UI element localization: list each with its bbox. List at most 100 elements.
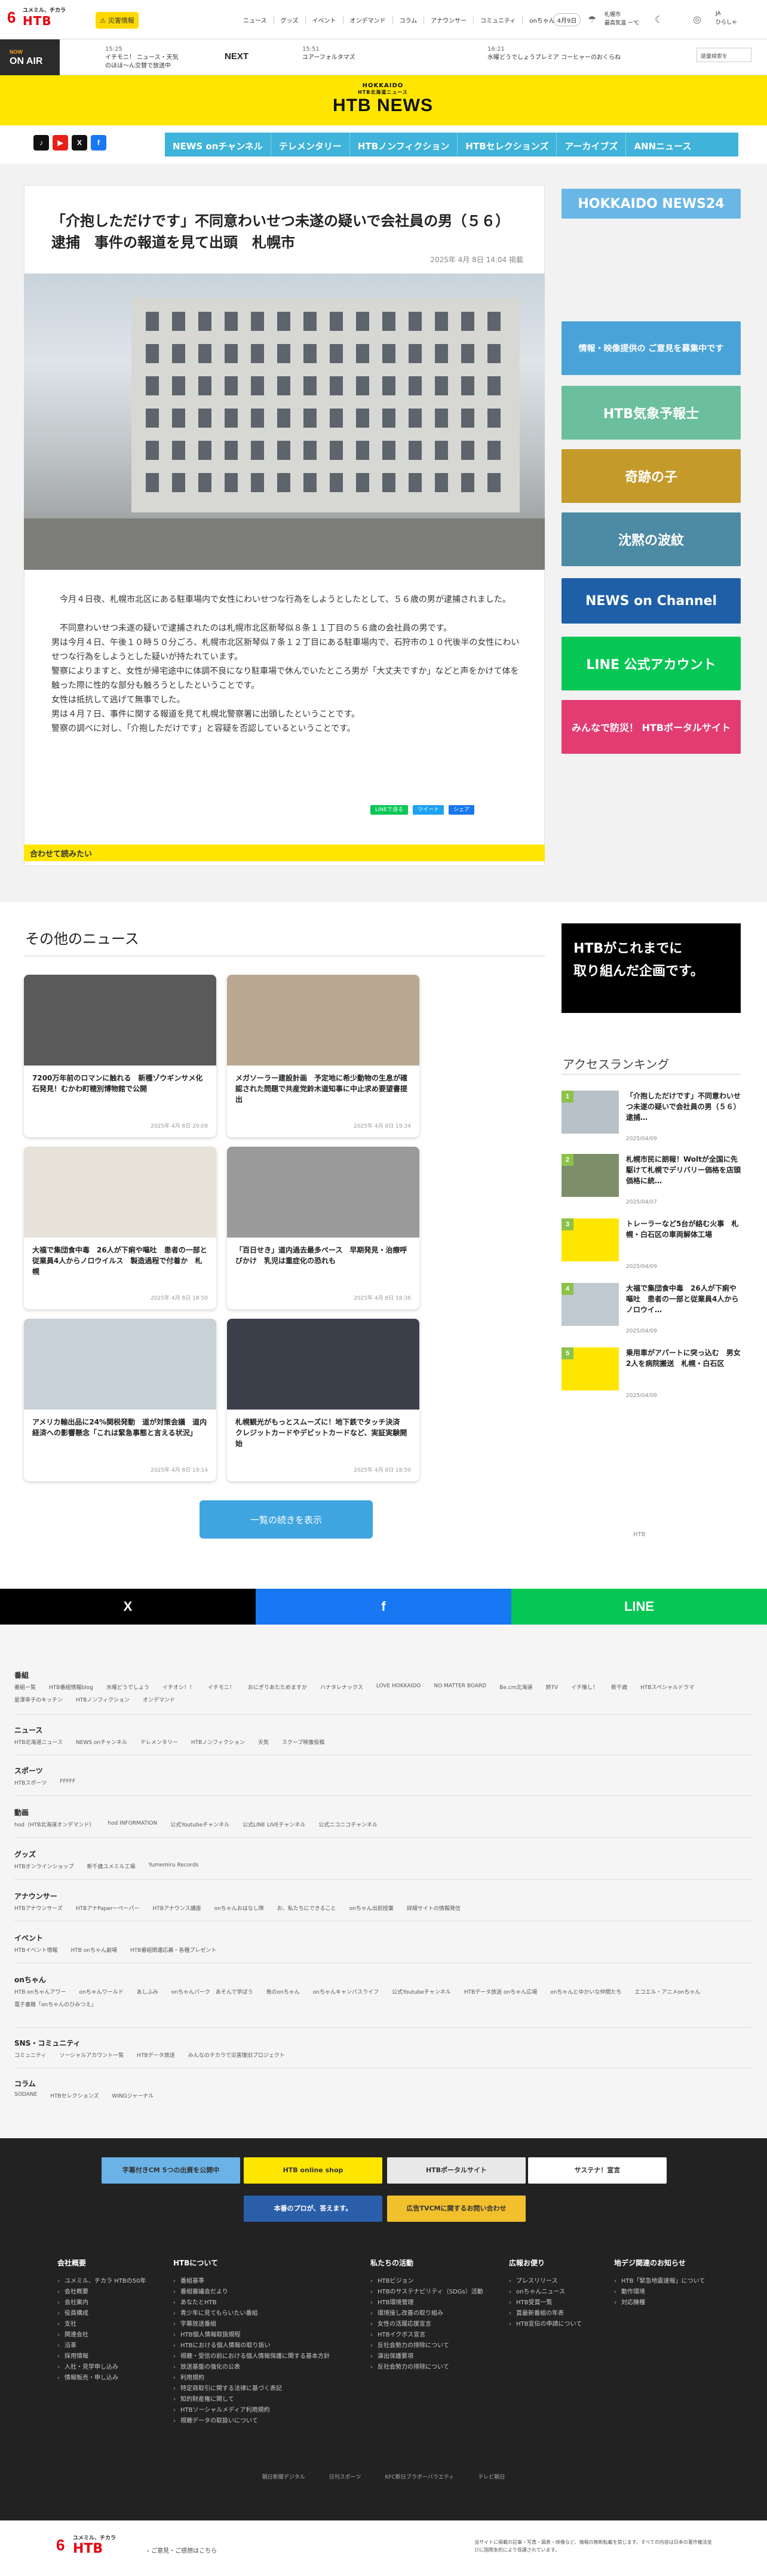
htb-project-ad[interactable]: HTBがこれまでに 取り組んだ企画です。 (562, 923, 741, 1013)
sitemap-link[interactable]: WINGジャーナル (112, 2092, 154, 2099)
line-share-icon[interactable]: LINE (511, 1589, 767, 1625)
footer-link[interactable]: 視聴データの取扱いについて (173, 2416, 352, 2427)
show-more-button[interactable]: 一覧の続きを表示 (200, 1500, 373, 1539)
tiktok-icon[interactable]: ♪ (33, 135, 49, 151)
sitemap-heading[interactable]: 番組 (14, 1670, 29, 1680)
footer-link[interactable]: KFC新日ブラボーバラエティ (385, 2473, 454, 2480)
sitemap-link[interactable]: HTBデータ放送 onちゃん広場 (464, 1988, 538, 1995)
gnav-item[interactable]: ニュース (237, 16, 274, 24)
sitemap-link[interactable]: 番組一覧 (14, 1683, 36, 1691)
footer-banner[interactable]: サステナ！宣言 (528, 2157, 667, 2184)
documentary-banner-1[interactable]: 奇跡の子 (562, 449, 741, 503)
moon-icon[interactable]: ☾ (652, 13, 665, 26)
sitemap-link[interactable]: NEWS onチャンネル (76, 1738, 127, 1746)
footer-link[interactable]: 日刊スポーツ (329, 2473, 361, 2480)
contact-link[interactable]: › ご意見・ご感想はこちら (147, 2546, 217, 2554)
footer-link[interactable]: 役員構成 (57, 2308, 146, 2319)
sitemap-link[interactable]: onちゃんワールド (79, 1988, 124, 1995)
footer-link[interactable]: 青少年に見てもらいたい番組 (173, 2308, 352, 2319)
sitemap-link[interactable]: HTBデータ放送 (137, 2051, 174, 2059)
sitemap-link[interactable]: スクープ映像投稿 (282, 1738, 324, 1746)
news-on-channel-banner[interactable]: NEWS on Channel (562, 578, 741, 624)
footer-link[interactable]: 情報販売・申し込み (57, 2373, 146, 2384)
footer-link[interactable]: HTBにおける個人情報の取り扱い (173, 2341, 352, 2351)
footer-link[interactable]: HTBソーシャルメディア利用規約 (173, 2405, 352, 2416)
sitemap-link[interactable]: おにぎりあたためますか (248, 1683, 307, 1691)
sitemap-link[interactable]: コミュニティ (14, 2051, 46, 2059)
htb-news-logo[interactable]: HOKKAIDO HTB北海道ニュース HTB NEWS (320, 82, 446, 121)
footer-link[interactable]: 会社案内 (57, 2298, 146, 2308)
sitemap-link[interactable]: NO MATTER BOARD (434, 1683, 486, 1691)
news-card[interactable]: アメリカ輸出品に24%関税発動 道が対策会議 道内経済への影響懸念「これは緊急事… (24, 1319, 216, 1481)
ranking-item[interactable]: 2 札幌市民に朗報！Woltが全国に先駆けて札幌でデリバリー価格を店頭価格に統… 2… (562, 1154, 741, 1210)
sitemap-link[interactable]: イチ推し！ (571, 1683, 598, 1691)
gnav-item[interactable]: コラム (392, 16, 424, 24)
news-card[interactable]: 「百日せき」道内過去最多ペース 早期発見・治療呼びかけ 乳児は重症化の恐れも 20… (227, 1147, 419, 1309)
footer-banner[interactable]: 広告TVCMに関するお問い合わせ (387, 2196, 526, 2222)
youtube-icon[interactable]: ▶ (53, 135, 68, 151)
sitemap-link[interactable]: 公式ニコニコチャンネル (318, 1820, 378, 1828)
sitemap-link[interactable]: HTBアナウンサーズ (14, 1904, 63, 1912)
sitemap-link[interactable]: ソーシャルアカウント一覧 (59, 2051, 124, 2059)
sitemap-link[interactable]: オンデマンド (143, 1696, 175, 1703)
info-submit-banner[interactable]: 情報・映像提供の ご意見を募集中です (562, 321, 741, 375)
footer-link[interactable]: 特定商取引に関する法律に基づく表記 (173, 2384, 352, 2394)
sitemap-link[interactable]: みんなのチカラで災害復旧プロジェクト (188, 2051, 285, 2059)
footer-link[interactable]: 動作環境 (614, 2287, 734, 2298)
next-program[interactable]: 15:51 ユアーフォルタマズ (302, 45, 355, 62)
x-share-button[interactable]: ツイート (413, 805, 444, 815)
weather-forecaster-banner[interactable]: HTB気象予報士 (562, 386, 741, 440)
sitemap-link[interactable]: Be.cm北海道 (499, 1683, 532, 1691)
news-card[interactable]: 大福で集団食中毒 26人が下痢や嘔吐 患者の一部と従業員4人からノロウイルス 製… (24, 1147, 216, 1309)
footer-link[interactable]: 入社・見学申し込み (57, 2362, 146, 2373)
sitemap-link[interactable]: 公式Youtubeチャンネル (170, 1820, 229, 1828)
footer-link[interactable]: 反社会勢力の排除について (370, 2362, 490, 2373)
sitemap-link[interactable]: HTBオンラインショップ (14, 1862, 73, 1870)
now-program[interactable]: 15:25 イチモニ！ ニュース・天気 のほほ〜ん交替で放送中 (105, 45, 179, 70)
ranking-item[interactable]: 5 乗用車がアパートに突っ込む 男女2人を病院搬送 札幌・白石区 2025/04/0… (562, 1347, 741, 1404)
sitemap-link[interactable]: ハナタレナックス (320, 1683, 363, 1691)
sitemap-heading[interactable]: onちゃん (14, 1975, 46, 1985)
sitemap-link[interactable]: 天気 (258, 1738, 269, 1746)
channel-number[interactable]: 6 (56, 2536, 65, 2554)
gnav-item[interactable]: イベント (305, 16, 343, 24)
category-tab[interactable]: アーカイブズ (556, 133, 625, 156)
footer-link[interactable]: HTB個人情報取扱規程 (173, 2330, 352, 2341)
ranking-item[interactable]: 4 大福で集団食中毒 26人が下痢や嘔吐 患者の一部と従業員4人からノロウイ… 20… (562, 1283, 741, 1339)
footer-link[interactable]: ユメミル、チカラ HTBの50年 (57, 2276, 146, 2287)
sitemap-heading[interactable]: 動画 (14, 1807, 29, 1817)
sitemap-link[interactable]: HTBイベント情報 (14, 1946, 57, 1954)
footer-link[interactable]: 採用情報 (57, 2351, 146, 2362)
footer-link[interactable]: 女性の活躍応援宣言 (370, 2319, 490, 2330)
sitemap-link[interactable]: 新千歳 (611, 1683, 627, 1691)
footer-link[interactable]: 番組審議会だより (173, 2287, 352, 2298)
footer-link[interactable]: 朝日新聞デジタル (262, 2473, 305, 2480)
accessibility-icon[interactable]: ◎ (691, 13, 704, 26)
sitemap-link[interactable]: HTB onちゃんアワー (14, 1988, 66, 1995)
channel-number[interactable]: 6 (7, 8, 16, 27)
sitemap-heading[interactable]: コラム (14, 2078, 36, 2089)
htb-logo[interactable]: ユメミル、チカラ HTB (73, 2535, 116, 2556)
category-tab[interactable]: ANNニュース (625, 133, 699, 156)
gnav-item[interactable]: アナウンサー (424, 16, 473, 24)
footer-link[interactable]: onちゃんニュース (509, 2287, 599, 2298)
sitemap-link[interactable]: HTBアナPaperーペーパー (76, 1904, 140, 1912)
bousai-portal-banner[interactable]: みんなで防災！ HTBポータルサイト (562, 700, 741, 754)
facebook-icon[interactable]: f (91, 135, 106, 151)
footer-link[interactable]: 番組基準 (173, 2276, 352, 2287)
news-card[interactable]: メガソーラー建設計画 予定地に希少動物の生息が確認された問題で共産党鈴木道知事に… (227, 975, 419, 1137)
footer-link[interactable]: プレスリリース (509, 2276, 599, 2287)
footer-link[interactable]: HTBのサステナビリティ（SDGs）活動 (370, 2287, 490, 2298)
sitemap-link[interactable]: onちゃんパーク あそんで学ぼう (171, 1988, 253, 1995)
footer-banner[interactable]: HTB online shop (244, 2157, 382, 2184)
sitemap-link[interactable]: onちゃんおはなし隊 (214, 1904, 264, 1912)
sitemap-heading[interactable]: ニュース (14, 1725, 42, 1735)
footer-link[interactable]: 関連会社 (57, 2330, 146, 2341)
footer-link[interactable]: HTBビジョン (370, 2276, 490, 2287)
sitemap-link[interactable]: 新千歳ユメミル工場 (87, 1862, 135, 1870)
search-input[interactable]: 語彙検索を (697, 48, 751, 62)
sitemap-heading[interactable]: SNS・コミュニティ (14, 2038, 81, 2048)
sitemap-link[interactable]: hod INFORMATION (108, 1820, 157, 1828)
sitemap-link[interactable]: HTB番組情報blog (49, 1683, 93, 1691)
sitemap-heading[interactable]: グッズ (14, 1849, 36, 1859)
